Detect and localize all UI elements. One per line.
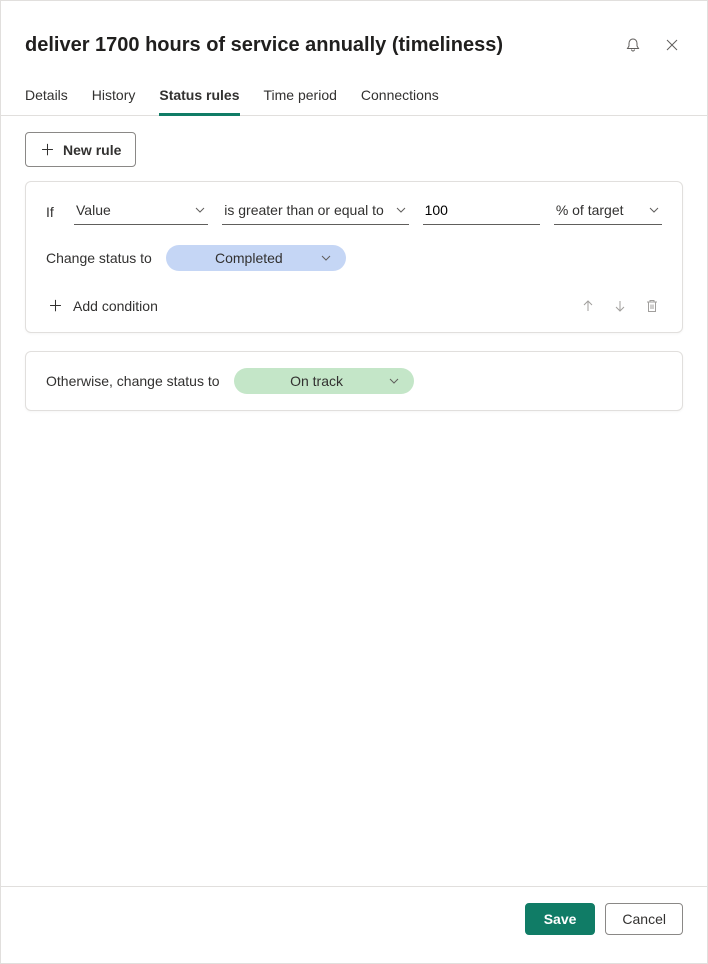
field-select[interactable]: Value xyxy=(74,198,208,225)
panel: deliver 1700 hours of service annually (… xyxy=(0,0,708,964)
unit-select[interactable]: % of target xyxy=(554,198,662,225)
chevron-down-icon xyxy=(320,252,332,264)
operator-select[interactable]: is greater than or equal to xyxy=(222,198,408,225)
plus-icon: ＋ xyxy=(40,139,55,160)
page-title: deliver 1700 hours of service annually (… xyxy=(25,34,621,57)
chevron-down-icon xyxy=(648,204,660,216)
tab-history[interactable]: History xyxy=(92,77,136,115)
close-button[interactable] xyxy=(661,34,683,56)
if-label: If xyxy=(46,204,60,220)
chevron-down-icon xyxy=(194,204,206,216)
header: deliver 1700 hours of service annually (… xyxy=(1,1,707,116)
condition-row: If Value is greater than or equal to xyxy=(46,198,662,225)
new-rule-label: New rule xyxy=(63,142,121,158)
tabs: Details History Status rules Time period… xyxy=(1,77,707,116)
content: ＋ New rule If Value is greater than or e… xyxy=(1,116,707,886)
trash-icon xyxy=(644,298,660,314)
operator-value: is greater than or equal to xyxy=(224,202,384,218)
rule-card: If Value is greater than or equal to xyxy=(25,181,683,333)
otherwise-status-select[interactable]: On track xyxy=(234,368,414,394)
tab-status-rules[interactable]: Status rules xyxy=(159,77,239,115)
move-down-button[interactable] xyxy=(610,296,630,316)
new-rule-button[interactable]: ＋ New rule xyxy=(25,132,136,167)
cancel-button[interactable]: Cancel xyxy=(605,903,683,935)
chevron-down-icon xyxy=(395,204,407,216)
tab-details[interactable]: Details xyxy=(25,77,68,115)
otherwise-label: Otherwise, change status to xyxy=(46,373,220,389)
otherwise-card: Otherwise, change status to On track xyxy=(25,351,683,411)
bell-icon xyxy=(625,37,641,53)
value-input[interactable] xyxy=(423,198,540,225)
notification-button[interactable] xyxy=(621,33,645,57)
header-actions xyxy=(621,33,683,57)
arrow-down-icon xyxy=(612,298,628,314)
change-status-label: Change status to xyxy=(46,250,152,266)
status-value: Completed xyxy=(188,250,310,266)
footer: Save Cancel xyxy=(1,886,707,963)
rule-actions xyxy=(578,296,662,316)
save-button[interactable]: Save xyxy=(525,903,596,935)
tab-time-period[interactable]: Time period xyxy=(264,77,337,115)
change-status-row: Change status to Completed xyxy=(46,245,662,271)
tab-connections[interactable]: Connections xyxy=(361,77,439,115)
otherwise-row: Otherwise, change status to On track xyxy=(46,368,662,394)
rule-footer: ＋ Add condition xyxy=(46,291,662,320)
arrow-up-icon xyxy=(580,298,596,314)
delete-button[interactable] xyxy=(642,296,662,316)
otherwise-status-value: On track xyxy=(256,373,378,389)
close-icon xyxy=(665,38,679,52)
header-row: deliver 1700 hours of service annually (… xyxy=(25,33,683,57)
move-up-button[interactable] xyxy=(578,296,598,316)
add-condition-button[interactable]: ＋ Add condition xyxy=(46,291,160,320)
status-select[interactable]: Completed xyxy=(166,245,346,271)
plus-icon: ＋ xyxy=(48,295,63,316)
chevron-down-icon xyxy=(388,375,400,387)
value-input-wrap xyxy=(423,198,540,225)
add-condition-label: Add condition xyxy=(73,298,158,314)
unit-value: % of target xyxy=(556,202,624,218)
field-value: Value xyxy=(76,202,111,218)
